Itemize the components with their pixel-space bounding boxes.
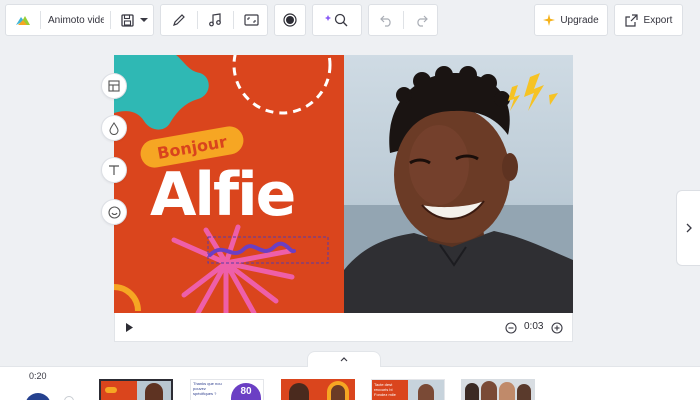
current-time: 0:03 [524,321,544,332]
divider [403,11,404,29]
play-icon [126,322,133,332]
magic-group [312,4,362,36]
portrait-photo [344,66,573,313]
upgrade-button[interactable]: Upgrade [534,4,608,36]
thumbnail-line: Fondez mile [374,392,396,397]
plus-circle-icon [551,322,563,334]
right-panel-toggle[interactable] [676,190,700,266]
timeline-toggle[interactable] [307,351,381,367]
thumbnail-face [465,383,479,400]
thumbnail-face [418,384,434,400]
record-group [274,4,306,36]
upgrade-button-inner[interactable]: Upgrade [535,5,607,35]
droplet-icon [109,121,119,135]
thumbnail-text-block: Tacte dest recouris bi Fondez mile [372,380,408,400]
undo-icon [380,15,391,27]
magic-search-icon [325,13,348,27]
export-button-inner[interactable]: Export [615,5,682,35]
thumbnail-face [481,381,497,400]
divider [110,11,111,29]
player-controls: 0:03 [114,313,573,342]
scene-thumbnail-3[interactable] [281,379,355,400]
play-button[interactable] [123,321,135,333]
photo-panel [344,55,573,313]
draw-button[interactable] [163,5,195,35]
chevron-down-icon [139,18,148,22]
project-group: Animoto vide [5,4,154,36]
thumbnail-face [499,382,515,400]
divider [40,11,41,29]
redo-button[interactable] [405,5,437,35]
music-icon [209,13,221,27]
export-icon [624,13,638,27]
layout-tool-button[interactable] [101,73,127,99]
history-group [368,4,438,36]
save-icon [120,13,134,27]
aspect-ratio-button[interactable] [235,5,267,35]
zoom-in-button[interactable] [551,321,563,334]
project-title-field[interactable]: Animoto vide [48,5,104,35]
sparkle-icon [543,14,556,26]
timeline-duration: 0:20 [29,371,47,381]
thumbnail-line: spécifiques ? [193,391,217,396]
sticker-icon [107,205,121,219]
record-icon [283,13,297,27]
scene-thumbnail-4[interactable]: Tacte dest recouris bi Fondez mile [371,379,445,400]
export-button[interactable]: Export [614,4,683,36]
logo-icon [16,16,30,25]
media-tools-group [160,4,268,36]
pen-icon [173,14,185,26]
thumbnail-face [517,384,531,400]
save-menu-button[interactable] [116,5,152,35]
export-label: Export [643,14,673,26]
scene-thumbnail-5[interactable] [461,379,535,400]
sticker-tool-button[interactable] [101,199,127,225]
record-button[interactable] [275,5,305,35]
scrubber-dot[interactable] [64,396,74,400]
color-tool-button[interactable] [101,115,127,141]
thumbnail-number: 80 [231,383,261,400]
divider [197,11,198,29]
divider [233,11,234,29]
music-button[interactable] [199,5,231,35]
redo-icon [417,15,428,27]
zoom-out-button[interactable] [505,321,517,334]
thumbnail-pill [105,387,117,393]
project-title: Animoto vide [48,14,104,26]
name-text[interactable]: Alfie [150,159,296,231]
video-canvas[interactable]: Bonjour Alfie [114,55,573,313]
chevron-up-icon [340,357,348,362]
thumbnail-face [331,385,345,400]
layout-icon [108,80,120,92]
text-icon [109,165,119,175]
top-toolbar: Animoto vide Upgrade Export [0,0,700,41]
chevron-right-icon [686,223,692,233]
scene-thumbnail-1[interactable] [99,379,173,400]
thumbnail-text-block: Thanks que nou pouvez spécifiques ? [191,380,229,400]
left-design-panel: Bonjour Alfie [114,55,344,313]
undo-button[interactable] [371,5,403,35]
minus-circle-icon [505,322,517,334]
text-tool-button[interactable] [101,157,127,183]
thumbnail-face [145,383,163,400]
upgrade-label: Upgrade [560,14,599,26]
screen-icon [243,14,259,26]
logo-button[interactable] [10,5,36,35]
scene-thumbnail-2[interactable]: Thanks que nou pouvez spécifiques ? 80 [190,379,264,400]
thumbnail-face [289,383,309,400]
smart-search-button[interactable] [313,5,361,35]
